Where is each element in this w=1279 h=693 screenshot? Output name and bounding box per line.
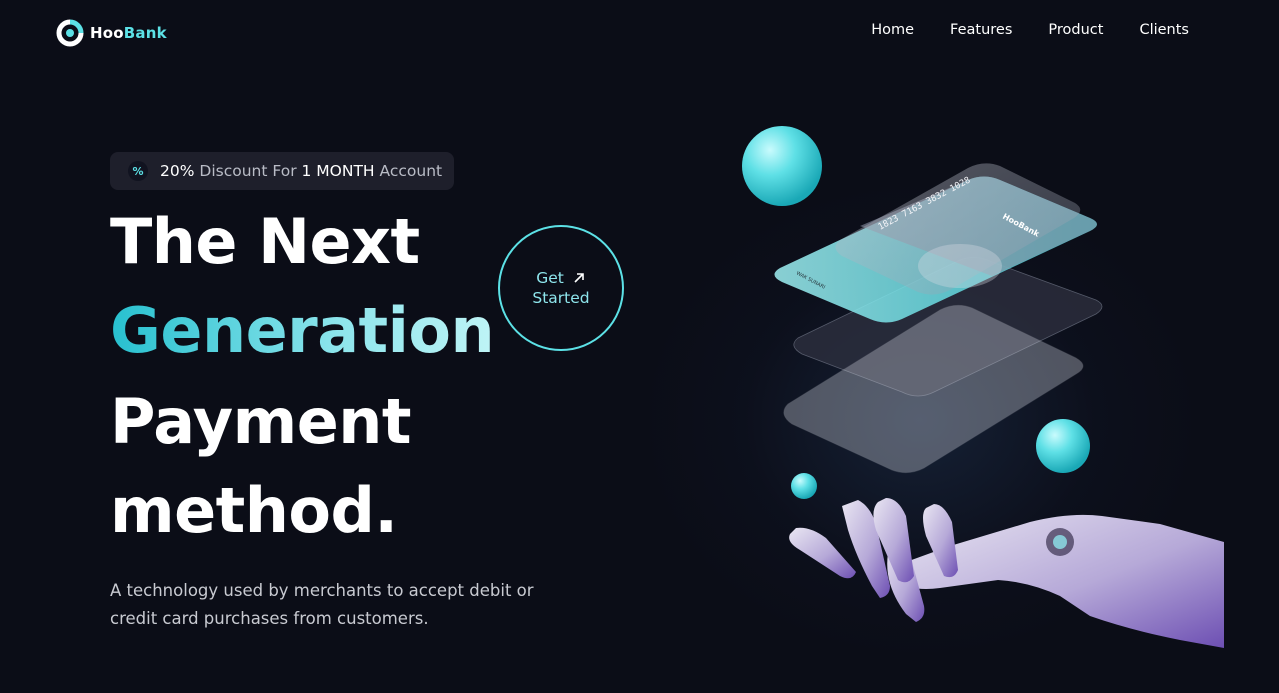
nav-product[interactable]: Product: [1048, 22, 1103, 38]
sphere-medium: [1036, 419, 1090, 473]
hero-title-line-2: Generation: [110, 294, 495, 367]
nav-features[interactable]: Features: [950, 22, 1012, 38]
sphere-large: [742, 126, 822, 206]
arrow-up-right-icon: [574, 273, 584, 283]
logo-icon: [56, 19, 84, 47]
get-started-label-2: Started: [532, 289, 590, 307]
discount-text: 20% Discount For 1 MONTH Account: [160, 162, 443, 180]
nav-clients[interactable]: Clients: [1139, 22, 1189, 38]
get-started-label-1: Get: [536, 269, 564, 287]
hero-title-line-4: method.: [110, 474, 398, 547]
sphere-small: [791, 473, 817, 499]
get-started-button[interactable]: Get Started: [498, 225, 624, 351]
main-nav: Home Features Product Clients: [871, 22, 1189, 38]
brand-name: HooBank: [90, 24, 167, 42]
hero-title-line-3: Payment: [110, 385, 412, 458]
hero-illustration: 1823 7163 3832 1028 HooBank WAK SUNARI: [742, 126, 1224, 648]
nav-home[interactable]: Home: [871, 22, 914, 38]
discount-badge: % 20% Discount For 1 MONTH Account: [110, 152, 454, 190]
percent-icon: %: [128, 161, 148, 181]
hero-title-line-1: The Next: [110, 205, 420, 278]
hero-description: A technology used by merchants to accept…: [110, 581, 534, 628]
hoobank-logo[interactable]: HooBank: [56, 18, 167, 48]
robot-hand: [789, 498, 1224, 648]
